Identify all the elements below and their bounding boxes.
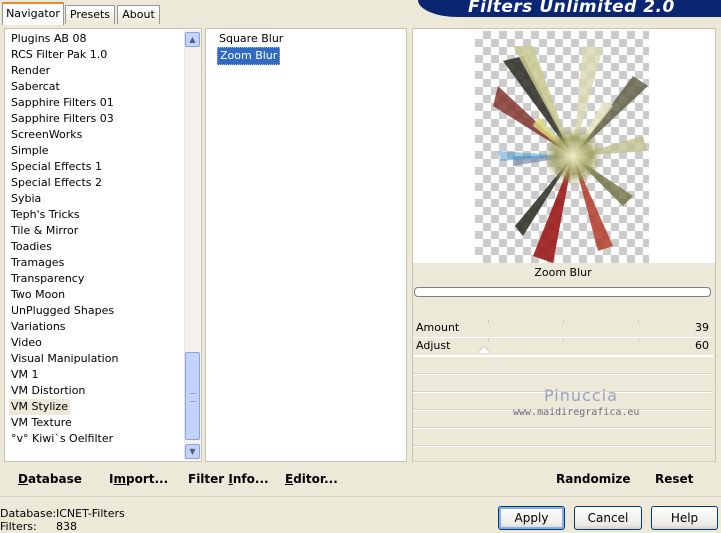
navigator-button-bar: Database Import... Filter Info... Editor… xyxy=(4,465,407,492)
slider-tick xyxy=(563,320,564,323)
preview-button-bar: Randomize Reset xyxy=(412,465,716,492)
chevron-up-icon: ▲ xyxy=(189,35,196,44)
filter-list[interactable]: Square Blur Zoom Blur xyxy=(205,28,407,462)
scroll-down-button[interactable]: ▼ xyxy=(185,444,200,459)
empty-slider-row xyxy=(413,428,713,446)
filter-item-zoom-blur[interactable]: Zoom Blur xyxy=(217,47,281,65)
slider-amount[interactable]: Amount 39 xyxy=(413,320,713,338)
category-item[interactable]: UnPlugged Shapes xyxy=(11,303,114,319)
category-item[interactable]: Render xyxy=(11,63,50,79)
category-item[interactable]: Sapphire Filters 01 xyxy=(11,95,114,111)
category-item[interactable]: Simple xyxy=(11,143,49,159)
tab-presets[interactable]: Presets xyxy=(65,5,115,24)
category-item[interactable]: Visual Manipulation xyxy=(11,351,118,367)
scroll-up-button[interactable]: ▲ xyxy=(185,32,200,47)
slider-tick xyxy=(488,338,489,341)
category-item[interactable]: Special Effects 2 xyxy=(11,175,102,191)
status-database-label: Database: xyxy=(0,507,57,520)
filter-info-button[interactable]: Filter Info... xyxy=(188,472,269,486)
randomize-button[interactable]: Randomize xyxy=(556,472,630,486)
cancel-button[interactable]: Cancel xyxy=(574,506,642,530)
apply-button[interactable]: Apply xyxy=(498,506,565,530)
category-item[interactable]: RCS Filter Pak 1.0 xyxy=(11,47,107,63)
category-scrollbar[interactable]: ▲ ▼ xyxy=(184,30,201,460)
progress-bar xyxy=(414,287,711,297)
category-item[interactable]: Variations xyxy=(11,319,66,335)
slider-value-adjust: 60 xyxy=(695,339,709,352)
slider-tick xyxy=(563,338,564,341)
category-item[interactable]: Tile & Mirror xyxy=(11,223,78,239)
slider-label-adjust: Adjust xyxy=(416,339,451,352)
database-button[interactable]: Database xyxy=(18,472,82,486)
empty-slider-row xyxy=(413,356,713,374)
category-item[interactable]: Sybia xyxy=(11,191,41,207)
category-item[interactable]: VM Stylize xyxy=(9,399,70,415)
slider-thumb-icon[interactable] xyxy=(477,346,491,354)
preview-filter-name: Zoom Blur xyxy=(534,266,592,279)
filter-item-square-blur[interactable]: Square Blur xyxy=(219,31,283,47)
zoom-blur-preview-graphic xyxy=(493,46,648,263)
category-item[interactable]: Plugins AB 08 xyxy=(11,31,86,47)
slider-label-amount: Amount xyxy=(416,321,460,334)
preview-image xyxy=(475,31,649,263)
slider-adjust[interactable]: Adjust 60 xyxy=(413,338,713,356)
slider-value-amount: 39 xyxy=(695,321,709,334)
slider-tick xyxy=(638,320,639,323)
category-item[interactable]: Transparency xyxy=(11,271,84,287)
category-item[interactable]: °v° Kiwi`s Oelfilter xyxy=(11,431,113,447)
app-title: Filters Unlimited 2.0 xyxy=(468,0,675,17)
empty-slider-row xyxy=(413,446,713,462)
category-item[interactable]: Toadies xyxy=(11,239,52,255)
slider-tick xyxy=(638,338,639,341)
category-item[interactable]: Tramages xyxy=(11,255,64,271)
status-filters-label: Filters: xyxy=(0,520,37,533)
status-filters-value: 838 xyxy=(56,520,77,533)
category-item[interactable]: Sabercat xyxy=(11,79,60,95)
status-database-value: ICNET-Filters xyxy=(56,507,125,520)
watermark-url: www.maidiregrafica.eu xyxy=(513,407,640,418)
category-item[interactable]: Sapphire Filters 03 xyxy=(11,111,114,127)
chevron-down-icon: ▼ xyxy=(189,447,196,456)
category-item[interactable]: VM Distortion xyxy=(11,383,85,399)
reset-button[interactable]: Reset xyxy=(655,472,693,486)
scroll-thumb[interactable] xyxy=(185,352,200,440)
category-item[interactable]: VM Texture xyxy=(11,415,72,431)
category-item[interactable]: Special Effects 1 xyxy=(11,159,102,175)
category-list[interactable]: Plugins AB 08 RCS Filter Pak 1.0 Render Sab… xyxy=(4,28,202,462)
category-item[interactable]: Two Moon xyxy=(11,287,65,303)
slider-tick xyxy=(488,320,489,323)
category-item[interactable]: VM 1 xyxy=(11,367,39,383)
help-button[interactable]: Help xyxy=(651,506,718,530)
grip-icon xyxy=(190,393,196,402)
watermark-name: Pinuccia xyxy=(544,386,618,405)
divider xyxy=(0,496,721,497)
tab-about[interactable]: About xyxy=(117,5,160,24)
category-item[interactable]: ScreenWorks xyxy=(11,127,82,143)
category-item[interactable]: Teph's Tricks xyxy=(11,207,80,223)
import-button[interactable]: Import... xyxy=(109,472,168,486)
tab-navigator[interactable]: Navigator xyxy=(2,2,64,25)
category-item[interactable]: Video xyxy=(11,335,42,351)
editor-button[interactable]: Editor... xyxy=(285,472,338,486)
